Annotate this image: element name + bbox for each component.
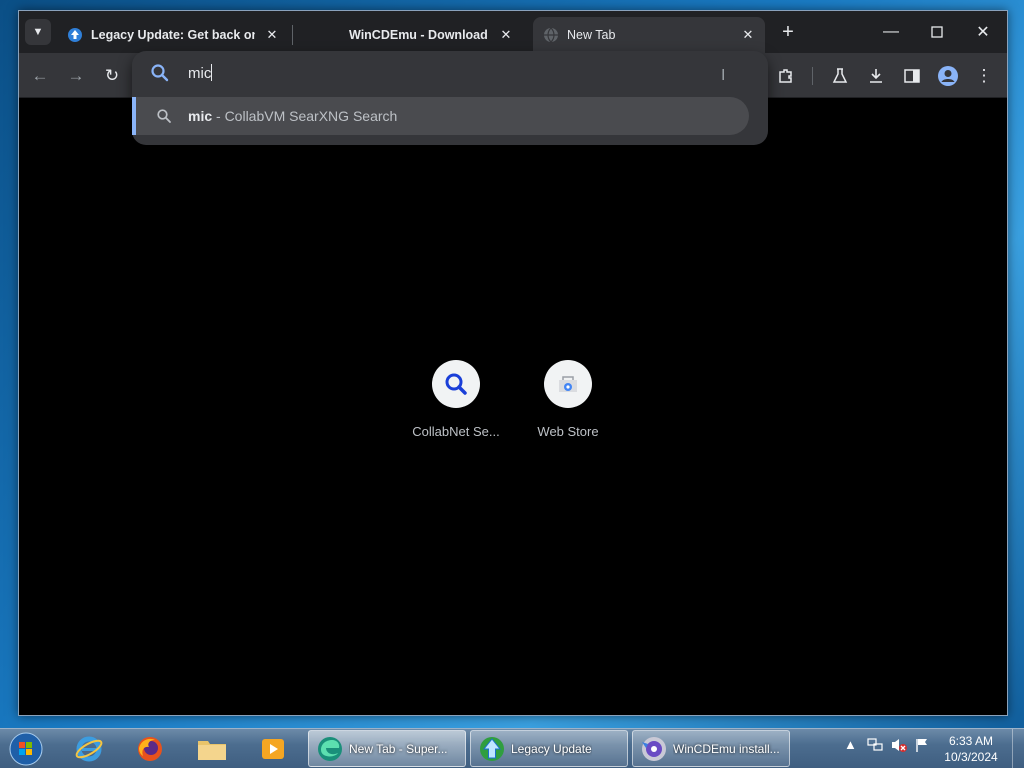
tab-wincdemu[interactable]: WinCDEmu - Download ✕ — [295, 17, 523, 53]
new-tab-button[interactable]: + — [777, 21, 799, 43]
menu-button[interactable]: ⋮ — [969, 61, 999, 91]
taskbar-item-label: New Tab - Super... — [349, 741, 448, 756]
system-clock[interactable]: 6:33 AM 10/3/2024 — [936, 733, 1006, 765]
reload-icon: ↻ — [104, 66, 120, 85]
close-window-button[interactable]: ✕ — [966, 19, 1000, 45]
minimize-button[interactable]: — — [874, 19, 908, 45]
close-tab-icon[interactable]: ✕ — [739, 26, 757, 44]
taskbar-item-legacy-update[interactable]: Legacy Update — [470, 730, 628, 767]
back-arrow-icon: ← — [31, 66, 49, 85]
side-panel-button[interactable] — [897, 61, 927, 91]
windows-logo-icon — [9, 732, 43, 766]
blank-favicon-icon — [305, 27, 321, 43]
omnibox-suggestion[interactable]: mic - CollabVM SearXNG Search — [132, 97, 749, 135]
pinned-internet-explorer[interactable] — [62, 732, 116, 766]
clock-date: 10/3/2024 — [944, 750, 998, 764]
firefox-icon — [138, 737, 162, 761]
shortcut-web-store[interactable]: Web Store — [518, 360, 618, 439]
back-button[interactable]: ← — [25, 61, 55, 91]
tab-legacy-update[interactable]: Legacy Update: Get back online ✕ — [57, 17, 289, 53]
tab-search-button[interactable]: ▼ — [25, 19, 51, 45]
clock-time: 6:33 AM — [948, 734, 994, 748]
show-hidden-icons-button[interactable]: ▲ — [844, 737, 857, 752]
volume-tray-icon[interactable] — [890, 737, 908, 756]
start-button[interactable] — [6, 730, 46, 768]
pinned-media-player[interactable] — [246, 732, 300, 766]
suggestion-text: mic - CollabVM SearXNG Search — [188, 108, 398, 124]
reload-button[interactable]: ↻ — [97, 61, 127, 91]
address-bar-text[interactable]: mic — [188, 64, 213, 82]
legacy-update-favicon-icon — [68, 28, 82, 42]
pinned-firefox[interactable] — [123, 732, 177, 766]
taskbar-item-wincdemu[interactable]: WinCDEmu install... — [632, 730, 790, 767]
tab-title: Legacy Update: Get back online — [91, 28, 255, 42]
extensions-button[interactable] — [771, 61, 801, 91]
shortcut-label: CollabNet Se... — [412, 424, 500, 439]
tab-new-tab[interactable]: New Tab ✕ — [533, 17, 765, 53]
flask-icon — [832, 68, 848, 83]
action-center-tray-icon[interactable] — [914, 737, 930, 756]
edge-icon — [318, 736, 342, 761]
forward-button[interactable]: → — [61, 61, 91, 91]
text-cursor-icon: I — [721, 67, 726, 84]
tab-separator — [292, 25, 293, 45]
volume-muted-icon — [892, 739, 907, 752]
shortcut-tile — [432, 360, 480, 408]
network-tray-icon[interactable] — [866, 737, 884, 756]
download-icon — [870, 69, 882, 83]
more-vert-icon: ⋮ — [975, 66, 993, 85]
maximize-icon — [931, 26, 943, 38]
close-tab-icon[interactable]: ✕ — [497, 26, 515, 44]
taskbar: New Tab - Super... Legacy Update WinCDEm… — [0, 728, 1024, 768]
network-icon — [867, 738, 883, 751]
toolbar-separator — [812, 67, 813, 85]
chevron-down-icon: ▼ — [32, 26, 44, 38]
show-desktop-button[interactable] — [1012, 729, 1024, 768]
taskbar-item-browser[interactable]: New Tab - Super... — [308, 730, 466, 767]
new-tab-page: CollabNet Se... Web Store — [19, 98, 1007, 715]
shortcut-collabnet-search[interactable]: CollabNet Se... — [406, 360, 506, 439]
close-icon: ✕ — [976, 24, 990, 41]
browser-window: ▼ Legacy Update: Get back online ✕ WinCD… — [18, 10, 1008, 716]
profile-button[interactable] — [933, 61, 963, 91]
shortcut-label: Web Store — [537, 424, 599, 439]
shortcut-tile — [544, 360, 592, 408]
side-panel-icon — [904, 69, 920, 83]
address-bar[interactable]: mic I — [132, 51, 768, 95]
maximize-button[interactable] — [920, 19, 954, 45]
taskbar-item-label: Legacy Update — [511, 741, 592, 756]
tab-strip: ▼ Legacy Update: Get back online ✕ WinCD… — [19, 11, 1007, 53]
media-player-icon — [262, 739, 284, 759]
avatar-icon — [938, 66, 958, 86]
chevron-up-icon: ▲ — [844, 737, 857, 752]
folder-icon — [198, 741, 226, 760]
downloads-button[interactable] — [861, 61, 891, 91]
plus-icon: + — [782, 20, 794, 43]
labs-button[interactable] — [825, 61, 855, 91]
puzzle-icon — [779, 69, 792, 83]
search-icon — [151, 64, 169, 82]
search-icon — [445, 373, 467, 395]
tab-title: New Tab — [567, 28, 616, 42]
wincdemu-icon — [642, 736, 666, 761]
minimize-icon: — — [883, 23, 899, 40]
omnibox-dropdown: mic I mic - CollabVM SearXNG Search — [132, 51, 768, 145]
globe-icon — [544, 27, 558, 43]
flag-icon — [916, 739, 927, 752]
close-tab-icon[interactable]: ✕ — [263, 26, 281, 44]
legacy-update-icon — [480, 736, 504, 761]
search-icon — [157, 109, 171, 123]
internet-explorer-icon — [75, 736, 103, 762]
taskbar-item-label: WinCDEmu install... — [673, 741, 780, 756]
pinned-file-explorer[interactable] — [185, 732, 239, 766]
forward-arrow-icon: → — [67, 66, 85, 85]
web-store-icon — [559, 376, 577, 392]
tab-title: WinCDEmu - Download — [349, 28, 488, 42]
